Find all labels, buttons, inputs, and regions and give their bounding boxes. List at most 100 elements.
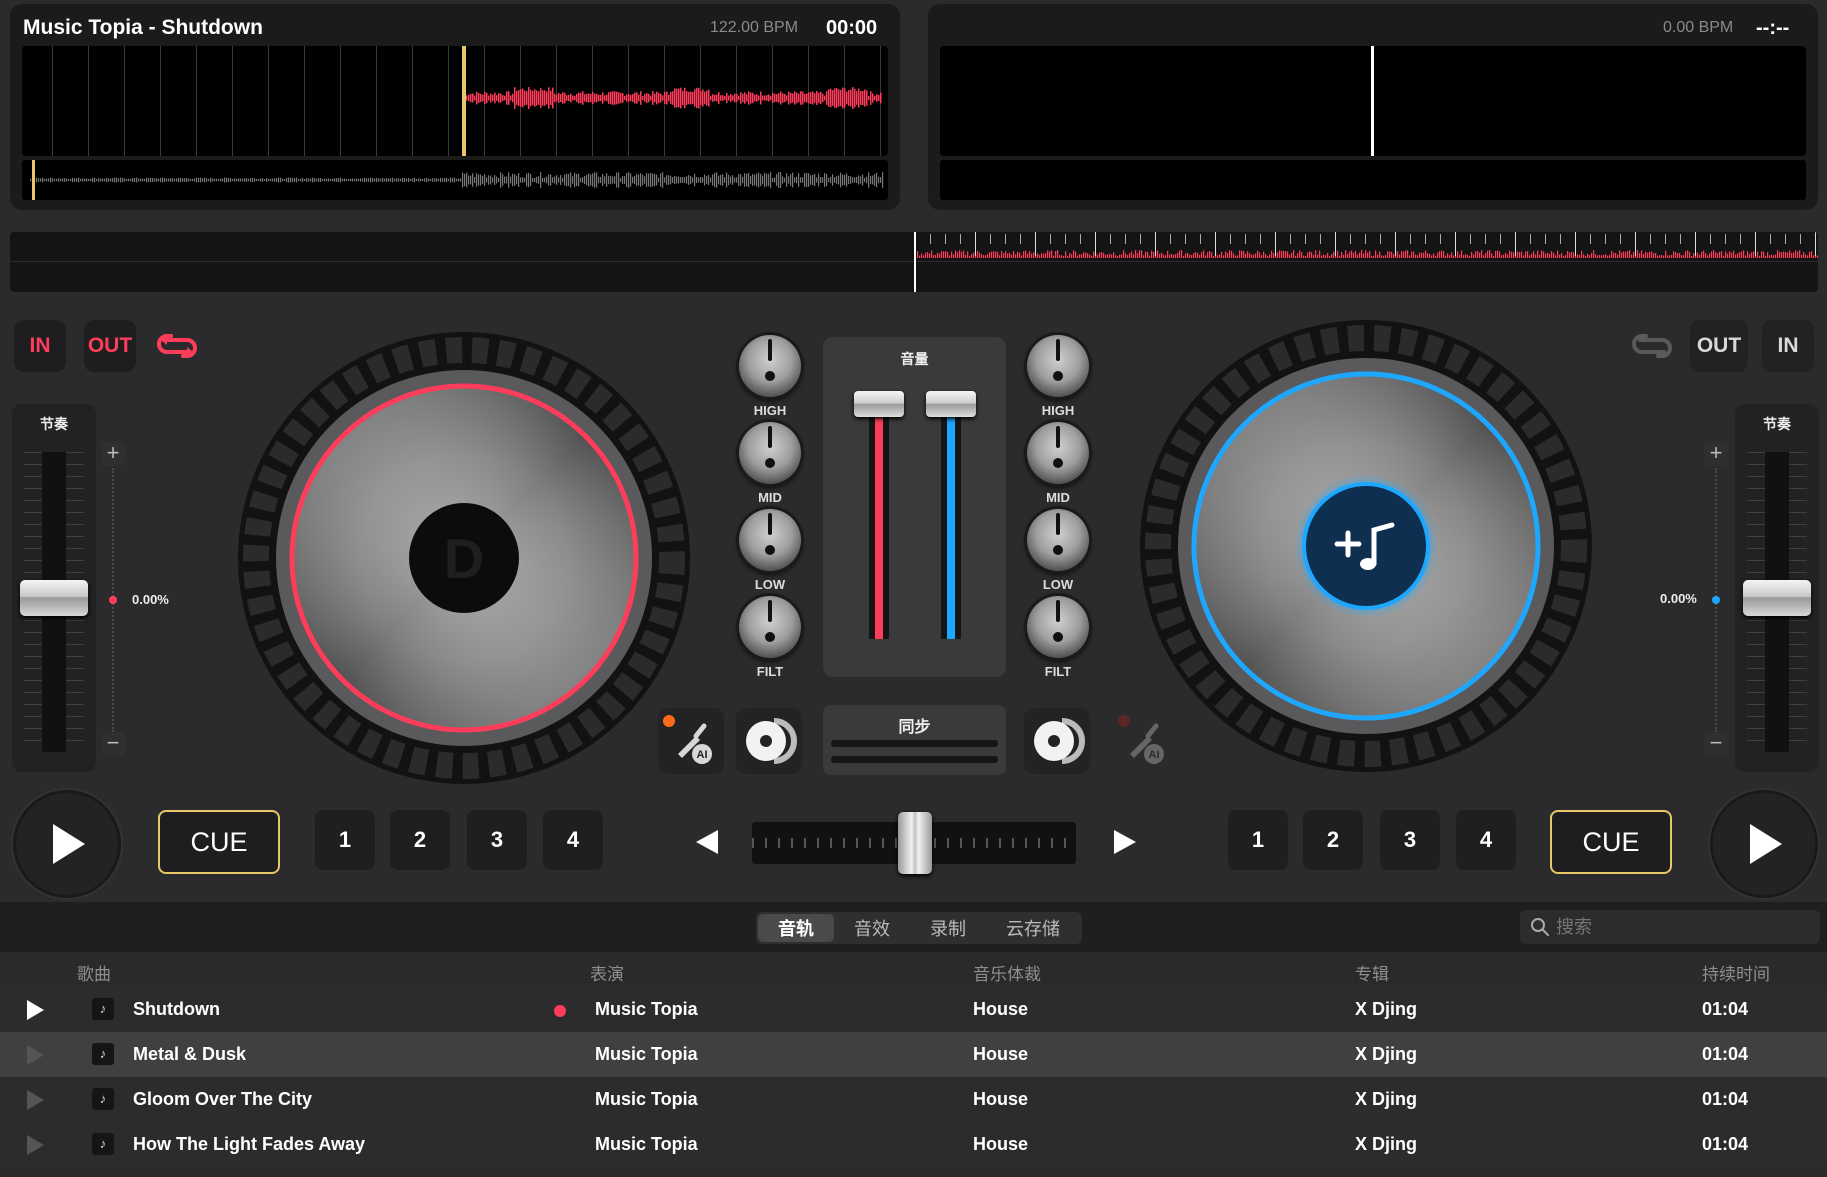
wave-bar bbox=[766, 173, 768, 187]
deck-b-pitch-handle[interactable] bbox=[1743, 580, 1811, 616]
deck-b-mid-knob[interactable]: MID bbox=[1023, 422, 1093, 505]
col-artist[interactable]: 表演 bbox=[590, 960, 624, 985]
overview-bar bbox=[1541, 250, 1543, 258]
search-box[interactable] bbox=[1520, 910, 1820, 944]
deck-b-pad-4[interactable]: 4 bbox=[1456, 810, 1516, 870]
wave-bar bbox=[38, 178, 40, 182]
wave-bar bbox=[486, 177, 488, 183]
deck-a-pad-1[interactable]: 1 bbox=[315, 810, 375, 870]
deck-b-volume-track[interactable] bbox=[941, 399, 961, 639]
deck-a-volume-handle[interactable] bbox=[854, 391, 904, 417]
deck-a-pad-4[interactable]: 4 bbox=[543, 810, 603, 870]
deck-b-pad-2[interactable]: 2 bbox=[1303, 810, 1363, 870]
deck-a-mid-knob[interactable]: MID bbox=[735, 422, 805, 505]
arrow-left-icon[interactable] bbox=[692, 826, 722, 858]
deck-a-pad-2[interactable]: 2 bbox=[390, 810, 450, 870]
deck-a-loop-icon[interactable] bbox=[155, 326, 199, 366]
wave-bar bbox=[512, 93, 514, 103]
deck-b-low-knob[interactable]: LOW bbox=[1023, 509, 1093, 592]
tab-effects[interactable]: 音效 bbox=[834, 914, 910, 942]
wave-bar bbox=[88, 178, 90, 182]
deck-a-loop-out-button[interactable]: OUT bbox=[84, 320, 136, 372]
deck-a-pitch-minus-button[interactable]: − bbox=[101, 732, 125, 756]
deck-b-loop-out-button[interactable]: OUT bbox=[1690, 320, 1748, 372]
search-input[interactable] bbox=[1556, 916, 1796, 938]
col-song[interactable]: 歌曲 bbox=[77, 960, 111, 985]
wave-bar bbox=[454, 177, 456, 183]
deck-b-high-knob[interactable]: HIGH bbox=[1023, 335, 1093, 418]
col-album[interactable]: 专辑 bbox=[1355, 960, 1389, 985]
deck-a-disc-button[interactable] bbox=[736, 708, 802, 774]
deck-b-waveform-overview[interactable] bbox=[940, 160, 1806, 200]
wave-bar bbox=[430, 178, 432, 182]
tab-recordings[interactable]: 录制 bbox=[910, 914, 986, 942]
deck-a-filt-knob[interactable]: FILT bbox=[735, 596, 805, 679]
overview-bar bbox=[1817, 255, 1818, 258]
wave-bar bbox=[744, 173, 746, 187]
tab-cloud[interactable]: 云存储 bbox=[986, 914, 1080, 942]
wave-bar bbox=[734, 93, 736, 103]
wave-bar bbox=[858, 88, 860, 108]
deck-a-volume-track[interactable] bbox=[869, 399, 889, 639]
deck-b-filt-knob[interactable]: FILT bbox=[1023, 596, 1093, 679]
deck-b-loop-icon[interactable] bbox=[1630, 326, 1674, 366]
overview-bar bbox=[1171, 253, 1173, 258]
library-tabs: 音轨 音效 录制 云存储 bbox=[756, 912, 1082, 944]
deck-b-waveform[interactable] bbox=[940, 46, 1806, 156]
overview-bar bbox=[1229, 250, 1231, 258]
track-title: Metal & Dusk bbox=[133, 1044, 247, 1064]
wave-bar bbox=[770, 172, 772, 188]
deck-a-pitch-plus-button[interactable]: + bbox=[101, 442, 125, 466]
table-row[interactable]: ♪ Metal & Dusk Music Topia House X Djing… bbox=[0, 1032, 1827, 1077]
play-icon[interactable] bbox=[24, 1089, 46, 1111]
overview-bar bbox=[1733, 250, 1735, 258]
overview-bar bbox=[1245, 253, 1247, 258]
deck-b-pad-3[interactable]: 3 bbox=[1380, 810, 1440, 870]
overview-bar bbox=[1641, 250, 1643, 258]
col-duration[interactable]: 持续时间 bbox=[1702, 960, 1770, 985]
deck-b-pad-1[interactable]: 1 bbox=[1228, 810, 1288, 870]
deck-b-cue-button[interactable]: CUE bbox=[1550, 810, 1672, 874]
wave-bar bbox=[562, 92, 564, 104]
table-row[interactable]: ♪ Gloom Over The City Music Topia House … bbox=[0, 1077, 1827, 1122]
deck-a-ai-button[interactable]: AI bbox=[658, 708, 724, 774]
table-row[interactable]: ♪ Shutdown Music Topia House X Djing 01:… bbox=[0, 987, 1827, 1032]
deck-a-waveform-overview[interactable] bbox=[22, 160, 888, 200]
deck-b-loop-in-button[interactable]: IN bbox=[1762, 320, 1814, 372]
wave-bar bbox=[860, 176, 862, 184]
deck-a-high-knob[interactable]: HIGH bbox=[735, 335, 805, 418]
sync-button[interactable]: 同步 bbox=[823, 705, 1006, 775]
overview-bar bbox=[937, 252, 939, 258]
overview-bar bbox=[1299, 250, 1301, 258]
deck-b-ai-button[interactable]: AI bbox=[1110, 708, 1176, 774]
play-icon[interactable] bbox=[24, 999, 46, 1021]
deck-b-pitch-plus-button[interactable]: + bbox=[1704, 442, 1728, 466]
deck-a-waveform[interactable] bbox=[22, 46, 888, 156]
table-row[interactable]: ♪ How The Light Fades Away Music Topia H… bbox=[0, 1122, 1827, 1167]
wave-bar bbox=[286, 177, 288, 183]
wave-bar bbox=[80, 178, 82, 182]
deck-a-low-knob[interactable]: LOW bbox=[735, 509, 805, 592]
deck-a-play-button[interactable] bbox=[13, 790, 121, 898]
play-icon[interactable] bbox=[24, 1134, 46, 1156]
wave-bar bbox=[402, 177, 404, 183]
tab-tracks[interactable]: 音轨 bbox=[758, 914, 834, 942]
play-icon[interactable] bbox=[24, 1044, 46, 1066]
arrow-right-icon[interactable] bbox=[1110, 826, 1140, 858]
deck-b-volume-handle[interactable] bbox=[926, 391, 976, 417]
wave-bar bbox=[832, 174, 834, 186]
deck-a-cue-button[interactable]: CUE bbox=[158, 810, 280, 874]
deck-b-disc-button[interactable] bbox=[1024, 708, 1090, 774]
deck-b-play-button[interactable] bbox=[1710, 790, 1818, 898]
deck-a-pitch-handle[interactable] bbox=[20, 580, 88, 616]
deck-a-loop-in-button[interactable]: IN bbox=[14, 320, 66, 372]
crossfader-handle[interactable] bbox=[898, 812, 932, 874]
overview-bar bbox=[1749, 253, 1751, 258]
deck-b-jog-wheel[interactable] bbox=[1138, 318, 1594, 774]
deck-b-pitch-minus-button[interactable]: − bbox=[1704, 732, 1728, 756]
deck-a-jog-wheel[interactable]: D bbox=[236, 330, 692, 786]
wave-bar bbox=[482, 175, 484, 185]
deck-a-pad-3[interactable]: 3 bbox=[467, 810, 527, 870]
col-genre[interactable]: 音乐体裁 bbox=[973, 960, 1041, 985]
track-overview[interactable] bbox=[10, 232, 1818, 292]
